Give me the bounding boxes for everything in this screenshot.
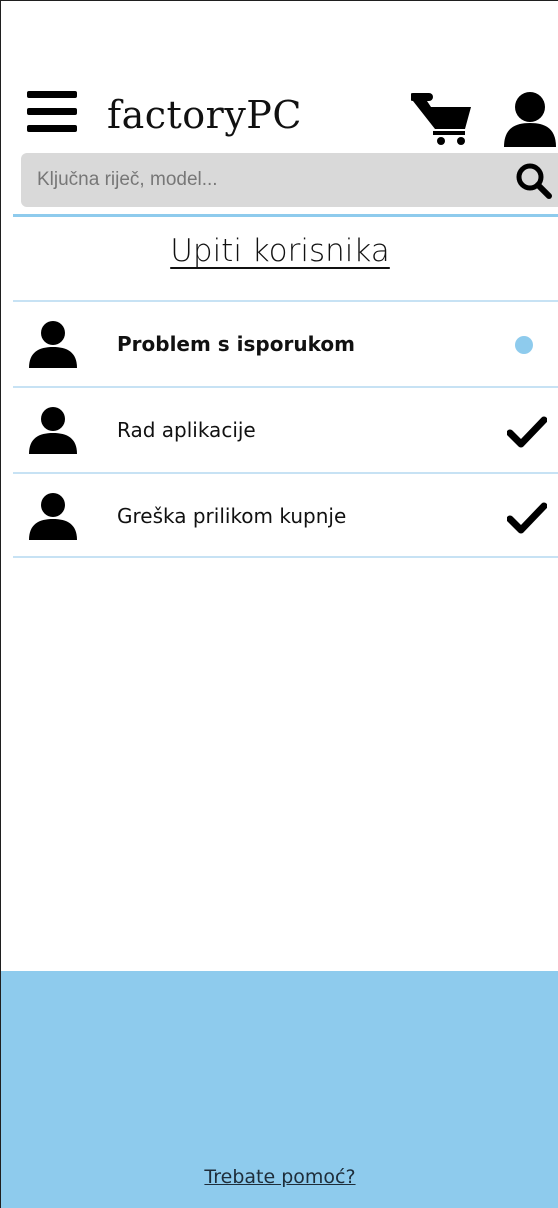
search-input[interactable]	[21, 153, 491, 207]
checkmark-icon	[506, 502, 548, 534]
user-avatar-icon	[25, 320, 81, 370]
footer: Trebate pomoć?	[1, 971, 558, 1208]
inquiry-subject: Rad aplikacije	[117, 418, 256, 442]
checkmark-icon	[506, 416, 548, 448]
user-icon[interactable]	[501, 91, 558, 147]
help-link[interactable]: Trebate pomoć?	[1, 1166, 558, 1188]
app-frame: factoryPC Upiti korisnika	[0, 0, 558, 1208]
unread-dot-icon	[515, 336, 533, 354]
inquiry-subject: Greška prilikom kupnje	[117, 504, 347, 528]
app-logo[interactable]: factoryPC	[107, 87, 302, 143]
cart-icon[interactable]	[409, 93, 475, 147]
inquiry-item[interactable]: Greška prilikom kupnje	[13, 472, 558, 558]
page-title: Upiti korisnika	[170, 233, 390, 269]
hamburger-menu-icon[interactable]	[27, 89, 77, 135]
inquiry-subject: Problem s isporukom	[117, 332, 355, 356]
search-icon[interactable]	[513, 161, 555, 201]
user-avatar-icon	[25, 406, 81, 456]
header-divider	[13, 214, 558, 217]
search-bar	[21, 153, 558, 207]
inquiry-item[interactable]: Problem s isporukom	[13, 300, 558, 386]
user-avatar-icon	[25, 492, 81, 542]
inquiry-item[interactable]: Rad aplikacije	[13, 386, 558, 472]
app-header: factoryPC	[1, 79, 558, 149]
inquiry-list: Problem s isporukom Rad aplikacije Grešk…	[13, 300, 558, 558]
